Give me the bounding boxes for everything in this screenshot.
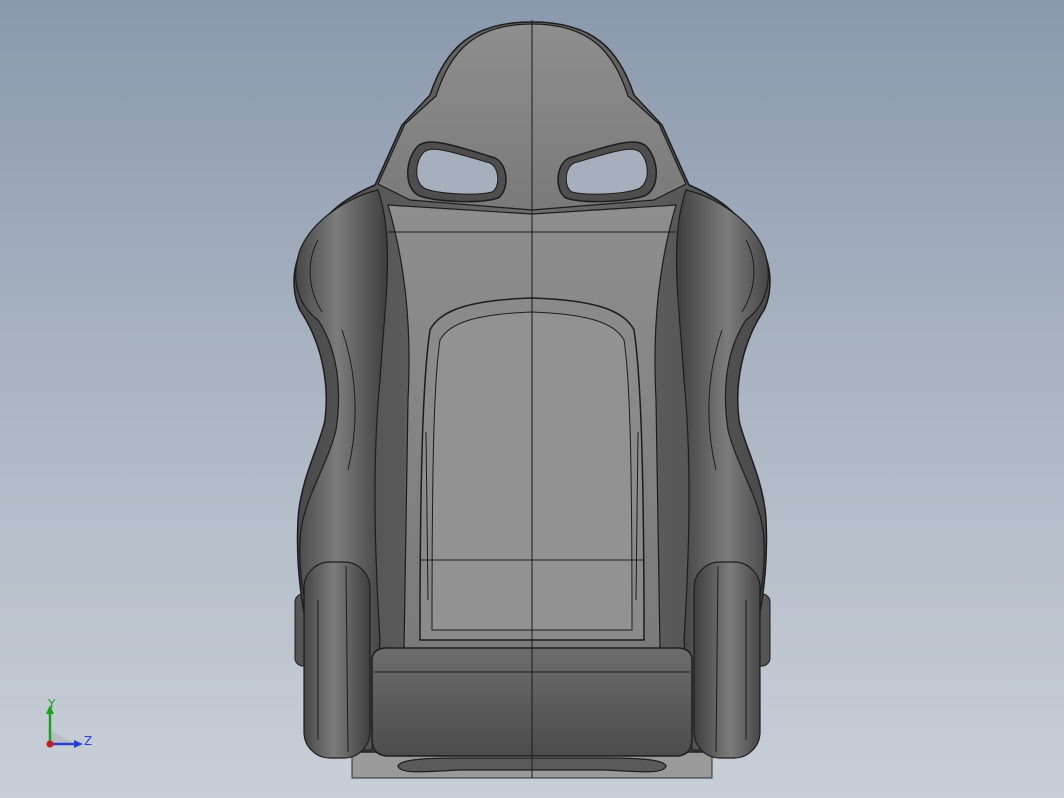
y-axis-label: Y [48,697,56,711]
graphics-viewport[interactable]: Y Z [0,0,1064,798]
z-axis-arrowhead-icon [74,740,83,748]
left-front-roller [303,561,371,759]
z-axis-label: Z [84,734,93,748]
x-axis-point-icon [46,740,54,748]
triad-plane-icon [50,730,74,744]
racing-seat-model[interactable] [0,0,1064,798]
reference-triad: Y Z [38,698,108,758]
right-front-roller [693,561,761,759]
